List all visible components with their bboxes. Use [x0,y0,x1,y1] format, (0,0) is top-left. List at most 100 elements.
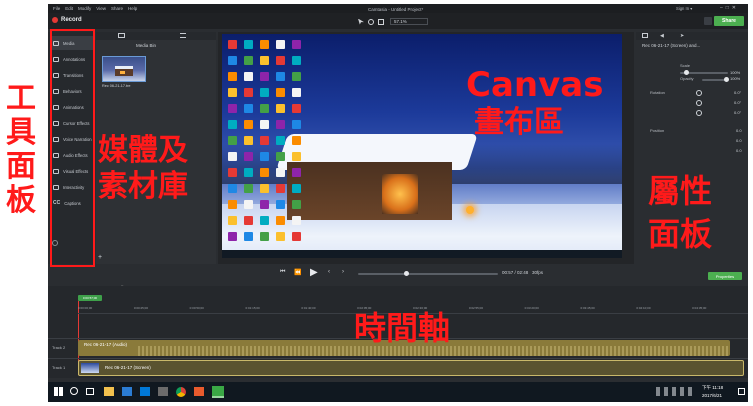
scale-value[interactable]: 100% [730,70,740,75]
desktop-icon [292,184,301,193]
window-controls[interactable]: –□✕ [720,5,739,11]
annotation-tools-char: 板 [6,183,36,218]
properties-button-label: Properties [715,273,735,279]
scrub-bar[interactable] [358,273,498,275]
lantern-light [466,206,474,214]
record-label: Record [61,17,82,23]
properties-panel: ◀ ➤ Rec 06-21-17 (Screen) and... Scale 1… [636,32,748,264]
desktop-icon [292,72,301,81]
mail-icon[interactable] [140,387,150,396]
annotation-media-bin-line2: 素材庫 [98,169,188,204]
media-clip-thumbnail[interactable] [102,56,146,82]
rotation-y-value[interactable]: 0.0° [734,100,741,105]
add-media-icon[interactable]: + [98,254,102,261]
screen-clip[interactable]: Rec 06-21-17 (Screen) [78,360,744,376]
photos-icon[interactable] [158,387,168,396]
scale-slider-knob[interactable] [684,70,689,75]
rotation-dial-icon[interactable] [696,100,702,106]
annotation-tools-char: 面 [6,149,36,184]
play-icon[interactable]: ▶ [310,267,318,278]
rotation-x-value[interactable]: 0.0° [734,110,741,115]
properties-button[interactable]: Properties [708,272,742,280]
search-icon[interactable] [70,387,78,395]
desktop-icon [228,56,237,65]
camtasia-icon[interactable] [212,386,224,398]
file-explorer-icon[interactable] [104,387,114,396]
crop-tool-icon[interactable] [378,18,384,25]
forward-icon[interactable]: › [342,269,344,275]
desktop-icon [276,232,285,241]
desktop-icon [260,56,269,65]
back-icon[interactable]: ‹ [328,269,330,275]
menu-edit[interactable]: Edit [65,6,73,11]
desktop-icon [244,168,253,177]
annotation-tools-char: 具 [6,115,36,150]
task-view-icon[interactable] [86,388,94,395]
menu-file[interactable]: File [53,6,60,11]
desktop-icon [228,168,237,177]
annotation-tools-panel: 工 具 面 板 [6,84,42,216]
step-back-icon[interactable]: ⏮ [280,269,285,276]
desktop-icon [244,216,253,225]
ruler-tick-label: 0:03:45;00 [580,306,595,310]
canvas-preview[interactable]: Canvas 畫布區 [222,34,622,258]
visual-props-tab-icon[interactable] [642,33,648,38]
prev-frame-icon[interactable]: ⏪ [294,269,301,276]
desktop-icon [260,104,269,113]
chrome-icon[interactable] [176,387,186,397]
sign-in-link[interactable]: Sign In ▾ [676,6,692,11]
cursor-props-tab-icon[interactable]: ➤ [680,33,684,39]
desktop-icon [228,200,237,209]
rotation-dial-icon[interactable] [696,90,702,96]
tray-icons[interactable] [656,387,696,396]
audio-waveform [138,346,728,356]
ruler-tick-label: 0:00:25;00 [133,306,149,310]
opacity-slider-knob[interactable] [724,77,729,82]
rotation-dial-icon[interactable] [696,110,702,116]
position-x-value[interactable]: 0.0 [736,128,742,133]
annotation-tools-char: 工 [6,81,36,116]
app-icon[interactable] [194,387,204,396]
desktop-icon [276,136,285,145]
playhead-marker[interactable]: 0:00:57;00 [78,295,102,301]
track-2-label: Track 2 [52,345,66,350]
position-z-value[interactable]: 0.0 [736,148,742,153]
cabin-window [120,71,125,74]
help-button[interactable] [704,17,712,25]
menu-share[interactable]: Share [111,6,123,11]
screen-clip-label: Rec 06-21-17 (Screen) [105,365,151,370]
store-icon[interactable] [122,387,132,396]
menu-help[interactable]: Help [128,6,137,11]
select-tool-icon[interactable] [358,18,364,25]
scrub-knob[interactable] [404,271,409,276]
menu-view[interactable]: View [96,6,106,11]
media-bin-header: Media Bin [136,43,157,48]
library-tab-icon[interactable] [180,33,186,38]
share-button[interactable]: Share [714,16,744,26]
record-button[interactable]: Record [52,17,82,23]
zoom-select[interactable]: 57.1% [390,18,428,25]
desktop-icon [228,88,237,97]
media-bin-tab-icon[interactable] [118,33,125,38]
desktop-icon [228,72,237,81]
desktop-icon [228,104,237,113]
opacity-value[interactable]: 100% [730,76,740,81]
track-1-row: Track 1 Rec 06-21-17 (Screen) [48,358,748,376]
windows-start-icon[interactable] [54,387,63,396]
desktop-icon [260,216,269,225]
desktop-icon [260,120,269,129]
rotation-label: Rotation [650,90,665,95]
pan-tool-icon[interactable] [368,18,374,25]
desktop-icon [276,88,285,97]
desktop-icon [260,232,269,241]
audio-props-tab-icon[interactable]: ◀ [660,33,664,39]
rotation-z-value[interactable]: 0.0° [734,90,741,95]
desktop-icon [276,152,285,161]
opacity-label: Opacity [680,76,694,81]
ruler-tick-label: 0:01:15;00 [245,306,260,310]
desktop-icon [292,104,301,113]
menu-modify[interactable]: Modify [78,6,91,11]
position-y-value[interactable]: 0.0 [736,138,742,143]
notification-icon[interactable] [738,388,745,395]
media-clip-name: Rec 06-21-17.tre [102,84,131,88]
